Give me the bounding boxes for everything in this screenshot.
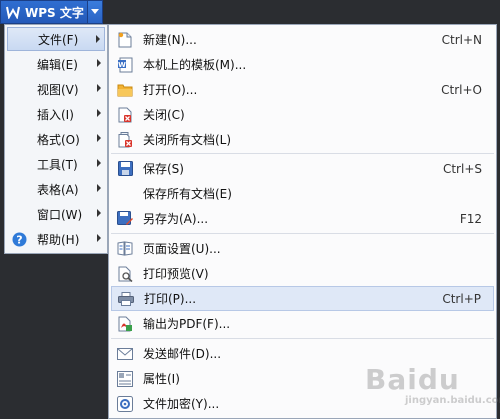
print-preview-icon bbox=[117, 266, 133, 282]
shortcut-label: Ctrl+N bbox=[441, 32, 482, 47]
shortcut-label: Ctrl+S bbox=[442, 161, 482, 176]
menu-item-tools[interactable]: 工具(T) bbox=[7, 152, 105, 176]
menu-item-format[interactable]: 格式(O) bbox=[7, 127, 105, 151]
menu-item-label: 输出为PDF(F)... bbox=[143, 317, 231, 331]
menu-item-label: 新建(N)... bbox=[143, 33, 197, 47]
main-menu: 文件(F) 编辑(E) 视图(V) 插入(I) 格式(O) 工具(T) 表格(A… bbox=[4, 24, 108, 254]
watermark-subtext: jingyan.baidu.com bbox=[405, 395, 500, 406]
menu-item-print[interactable]: 打印(P)... Ctrl+P bbox=[111, 286, 494, 311]
wps-app-menu-button[interactable]: WPS 文字 bbox=[0, 0, 103, 24]
shortcut-label: Ctrl+P bbox=[442, 291, 481, 306]
menu-item-label: 文件(F) bbox=[38, 32, 79, 47]
export-pdf-icon bbox=[117, 316, 133, 332]
watermark-text: Baidu bbox=[365, 363, 460, 396]
help-icon: ? bbox=[11, 231, 27, 247]
menu-separator bbox=[111, 233, 494, 234]
save-icon bbox=[117, 161, 133, 177]
submenu-arrow-icon bbox=[96, 35, 100, 43]
folder-open-icon bbox=[117, 82, 133, 98]
baidu-watermark: Baidu jingyan.baidu.com bbox=[365, 363, 500, 413]
new-document-icon bbox=[117, 32, 133, 48]
menu-item-insert[interactable]: 插入(I) bbox=[7, 102, 105, 126]
menu-item-label: 另存为(A)... bbox=[143, 212, 209, 226]
app-title: WPS 文字 bbox=[25, 5, 84, 20]
menu-item-close[interactable]: 关闭(C) bbox=[111, 102, 494, 127]
menu-item-label: 文件加密(Y)... bbox=[143, 397, 220, 411]
menu-item-label: 关闭(C) bbox=[143, 108, 185, 122]
menu-item-close-all[interactable]: 关闭所有文档(L) bbox=[111, 127, 494, 152]
menu-item-label: 插入(I) bbox=[37, 107, 74, 122]
menu-item-save[interactable]: 保存(S) Ctrl+S bbox=[111, 156, 494, 181]
menu-item-label: 工具(T) bbox=[37, 157, 78, 172]
svg-text:?: ? bbox=[16, 233, 22, 246]
menu-item-view[interactable]: 视图(V) bbox=[7, 77, 105, 101]
menu-item-label: 页面设置(U)... bbox=[143, 242, 221, 256]
menu-item-label: 视图(V) bbox=[37, 82, 79, 97]
menu-item-file[interactable]: 文件(F) bbox=[7, 27, 105, 51]
menu-item-label: 打开(O)... bbox=[143, 83, 198, 97]
mail-icon bbox=[117, 346, 133, 362]
menu-item-label: 关闭所有文档(L) bbox=[143, 133, 232, 147]
menu-item-page-setup[interactable]: 页面设置(U)... bbox=[111, 236, 494, 261]
app-dropdown-arrow-icon[interactable] bbox=[87, 1, 102, 23]
close-document-icon bbox=[117, 107, 133, 123]
save-as-icon bbox=[117, 211, 133, 227]
close-all-documents-icon bbox=[117, 131, 133, 148]
menu-item-label: 属性(I) bbox=[143, 372, 180, 386]
menu-item-label: 格式(O) bbox=[37, 132, 80, 147]
page-setup-icon bbox=[117, 241, 133, 257]
template-icon: W bbox=[117, 57, 133, 73]
submenu-arrow-icon bbox=[97, 234, 101, 242]
menu-item-print-preview[interactable]: 打印预览(V) bbox=[111, 261, 494, 286]
wps-logo-icon bbox=[5, 4, 21, 20]
menu-item-open[interactable]: 打开(O)... Ctrl+O bbox=[111, 77, 494, 102]
menu-item-help[interactable]: ? 帮助(H) bbox=[7, 227, 105, 251]
menu-item-label: 保存(S) bbox=[143, 162, 184, 176]
menu-item-label: 保存所有文档(E) bbox=[143, 187, 232, 201]
menu-item-label: 打印(P)... bbox=[144, 292, 197, 306]
svg-text:W: W bbox=[118, 61, 126, 69]
menu-item-edit[interactable]: 编辑(E) bbox=[7, 52, 105, 76]
menu-item-new[interactable]: 新建(N)... Ctrl+N bbox=[111, 27, 494, 52]
menu-item-save-all[interactable]: 保存所有文档(E) bbox=[111, 181, 494, 206]
encrypt-icon bbox=[117, 395, 133, 412]
submenu-arrow-icon bbox=[97, 134, 101, 142]
submenu-arrow-icon bbox=[97, 84, 101, 92]
menu-separator bbox=[111, 338, 494, 339]
menu-item-table[interactable]: 表格(A) bbox=[7, 177, 105, 201]
submenu-arrow-icon bbox=[97, 109, 101, 117]
menu-item-label: 帮助(H) bbox=[37, 232, 80, 247]
submenu-arrow-icon bbox=[97, 209, 101, 217]
submenu-arrow-icon bbox=[97, 184, 101, 192]
shortcut-label: F12 bbox=[459, 211, 482, 226]
shortcut-label: Ctrl+O bbox=[441, 82, 482, 97]
properties-icon bbox=[117, 370, 133, 387]
menu-item-label: 窗口(W) bbox=[37, 207, 83, 222]
menu-item-save-as[interactable]: 另存为(A)... F12 bbox=[111, 206, 494, 231]
submenu-arrow-icon bbox=[97, 59, 101, 67]
menu-item-label: 发送邮件(D)... bbox=[143, 347, 222, 361]
menu-item-label: 编辑(E) bbox=[37, 57, 78, 72]
menu-item-local-templates[interactable]: W 本机上的模板(M)... bbox=[111, 52, 494, 77]
menu-item-window[interactable]: 窗口(W) bbox=[7, 202, 105, 226]
file-submenu: 新建(N)... Ctrl+N W 本机上的模板(M)... 打开(O)... … bbox=[108, 24, 497, 419]
menu-item-label: 打印预览(V) bbox=[143, 267, 209, 281]
menu-separator bbox=[111, 153, 494, 154]
submenu-arrow-icon bbox=[97, 159, 101, 167]
printer-icon bbox=[118, 291, 134, 307]
menu-item-label: 本机上的模板(M)... bbox=[143, 58, 247, 72]
menu-item-label: 表格(A) bbox=[37, 182, 79, 197]
menu-item-export-pdf[interactable]: 输出为PDF(F)... bbox=[111, 311, 494, 336]
